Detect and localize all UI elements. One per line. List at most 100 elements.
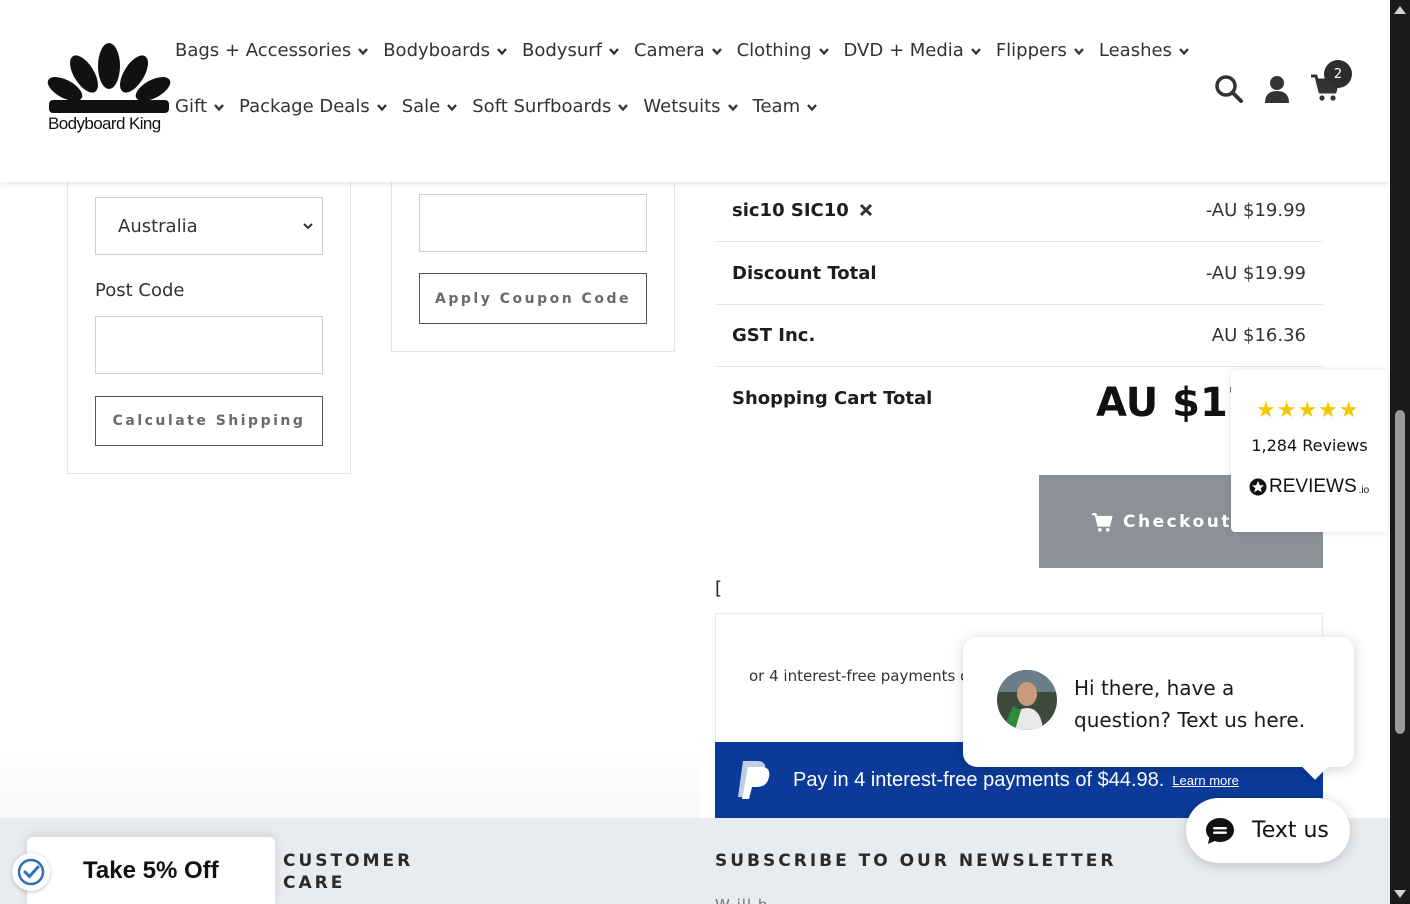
main-nav-row-1: Bags + Accessories Bodyboards Bodysurf Came… — [175, 40, 1190, 61]
text-us-button[interactable]: Text us — [1186, 798, 1350, 863]
paypal-message: Pay in 4 interest-free payments of $44.9… — [793, 768, 1165, 791]
verified-badge-icon — [12, 853, 50, 891]
apply-coupon-button[interactable]: Apply Coupon Code — [419, 273, 647, 324]
gst-value: AU $16.36 — [1211, 325, 1306, 346]
search-icon[interactable] — [1214, 74, 1244, 104]
discount-promo-tab[interactable]: Take 5% Off — [27, 837, 275, 904]
shield-check-icon — [17, 858, 45, 886]
chevron-down-icon — [807, 103, 818, 111]
nav-item-label: Package Deals — [239, 96, 370, 117]
nav-item-label: Bodyboards — [383, 40, 490, 61]
page-scrollbar[interactable] — [1390, 0, 1410, 904]
paypal-logo-icon — [738, 761, 770, 799]
coupon-code-input[interactable] — [419, 194, 647, 252]
country-select-value: Australia — [118, 215, 198, 237]
gst-row: GST Inc. AU $16.36 — [715, 305, 1323, 367]
chevron-down-icon — [711, 47, 722, 55]
reviews-io-logo: REVIEWS .io — [1249, 476, 1369, 498]
chevron-down-icon — [727, 103, 738, 111]
chevron-down-icon — [376, 103, 387, 111]
nav-item-package-deals[interactable]: Package Deals — [239, 96, 388, 117]
chat-icon — [1206, 817, 1234, 844]
reviews-io-suffix: .io — [1358, 484, 1370, 496]
cart-total-value: AU $17 — [1096, 380, 1236, 426]
scrollbar-thumb[interactable] — [1395, 410, 1405, 734]
applied-coupon-code: sic10 SIC10 — [732, 200, 849, 221]
nav-item-label: Bodysurf — [522, 40, 602, 61]
discount-total-label: Discount Total — [732, 263, 877, 284]
nav-item-gift[interactable]: Gift — [175, 96, 225, 117]
chat-greeting-text: Hi there, have a question? Text us here. — [1074, 676, 1306, 732]
postcode-input[interactable] — [95, 316, 323, 374]
nav-item-label: Bags + Accessories — [175, 40, 352, 61]
chevron-down-icon — [447, 103, 458, 111]
afterpay-text: or 4 interest-free payments of — [749, 667, 975, 685]
chevron-down-icon — [1073, 47, 1084, 55]
brand-name: Bodyboard King — [48, 114, 161, 133]
nav-item-camera[interactable]: Camera — [634, 40, 723, 61]
chevron-down-icon — [1179, 47, 1189, 55]
remove-coupon-icon[interactable] — [859, 203, 873, 217]
text-us-label: Text us — [1252, 818, 1329, 843]
nav-item-label: Leashes — [1098, 40, 1172, 61]
chevron-down-icon — [497, 47, 507, 55]
agent-photo-icon — [997, 670, 1057, 730]
coupon-row-label: sic10 SIC10 — [732, 200, 873, 221]
nav-item-label: Camera — [633, 40, 705, 61]
nav-item-clothing[interactable]: Clothing — [737, 40, 830, 61]
chevron-down-icon — [358, 47, 369, 55]
country-select[interactable]: Australia — [95, 197, 323, 255]
chevron-down-icon — [303, 223, 313, 230]
star-circle-icon — [1249, 478, 1267, 496]
nav-item-bags-accessories[interactable]: Bags + Accessories — [175, 40, 369, 61]
nav-item-label: DVD + Media — [843, 40, 964, 61]
footer-customer-care-heading: CUSTOMER CARE — [283, 851, 414, 893]
chevron-down-icon — [818, 47, 829, 55]
chat-greeting-bubble[interactable]: Hi there, have a question? Text us here. — [963, 637, 1354, 767]
footer-fade — [0, 750, 700, 820]
nav-item-wetsuits[interactable]: Wetsuits — [643, 96, 738, 117]
nav-item-bodysurf[interactable]: Bodysurf — [522, 40, 620, 61]
chat-agent-avatar — [997, 670, 1057, 730]
calculate-shipping-button[interactable]: Calculate Shipping — [95, 396, 323, 446]
nav-item-label: Team — [752, 96, 801, 117]
nav-item-label: Soft Surfboards — [472, 96, 612, 117]
nav-item-sale[interactable]: Sale — [402, 96, 459, 117]
nav-item-label: Gift — [175, 96, 208, 117]
scroll-down-arrow-icon[interactable] — [1394, 890, 1406, 898]
chevron-down-icon — [618, 103, 629, 111]
gst-label: GST Inc. — [732, 325, 816, 346]
nav-item-dvd-media[interactable]: DVD + Media — [844, 40, 982, 61]
promo-label: Take 5% Off — [83, 856, 219, 884]
nav-item-team[interactable]: Team — [753, 96, 819, 117]
chevron-down-icon — [970, 47, 981, 55]
reviews-badge[interactable]: ★★★★★ 1,284 Reviews REVIEWS .io — [1231, 370, 1388, 532]
paypal-learn-more-link[interactable]: Learn more — [1172, 773, 1238, 788]
scroll-up-arrow-icon[interactable] — [1394, 6, 1406, 14]
nav-item-flippers[interactable]: Flippers — [996, 40, 1085, 61]
account-icon[interactable] — [1262, 74, 1292, 104]
chevron-down-icon — [609, 47, 619, 55]
discount-total-value: -AU $19.99 — [1205, 263, 1306, 284]
nav-item-label: Clothing — [736, 40, 812, 61]
coupon-row-value: -AU $19.99 — [1205, 200, 1306, 221]
cart-icon — [1092, 512, 1113, 532]
nav-item-bodyboards[interactable]: Bodyboards — [383, 40, 508, 61]
newsletter-description: W ill b — [715, 896, 768, 904]
nav-item-label: Flippers — [995, 40, 1067, 61]
nav-item-label: Wetsuits — [643, 96, 721, 117]
nav-item-leashes[interactable]: Leashes — [1099, 40, 1190, 61]
bracket-text: [ — [715, 578, 723, 599]
header-actions: 2 — [1214, 60, 1352, 106]
site-header: Bodyboard King Bags + Accessories Bodyboa… — [0, 0, 1390, 182]
nav-item-soft-surfboards[interactable]: Soft Surfboards — [472, 96, 629, 117]
chevron-down-icon — [214, 103, 224, 111]
coupon-row: sic10 SIC10 -AU $19.99 — [715, 180, 1323, 242]
review-count: 1,284 Reviews — [1251, 436, 1368, 455]
reviews-io-brand: REVIEWS — [1269, 476, 1357, 497]
cart-button[interactable]: 2 — [1310, 60, 1352, 106]
cart-count-badge: 2 — [1324, 60, 1352, 88]
postcode-label: Post Code — [95, 280, 185, 301]
brand-logo[interactable]: Bodyboard King — [46, 42, 172, 142]
nav-item-label: Sale — [401, 96, 441, 117]
